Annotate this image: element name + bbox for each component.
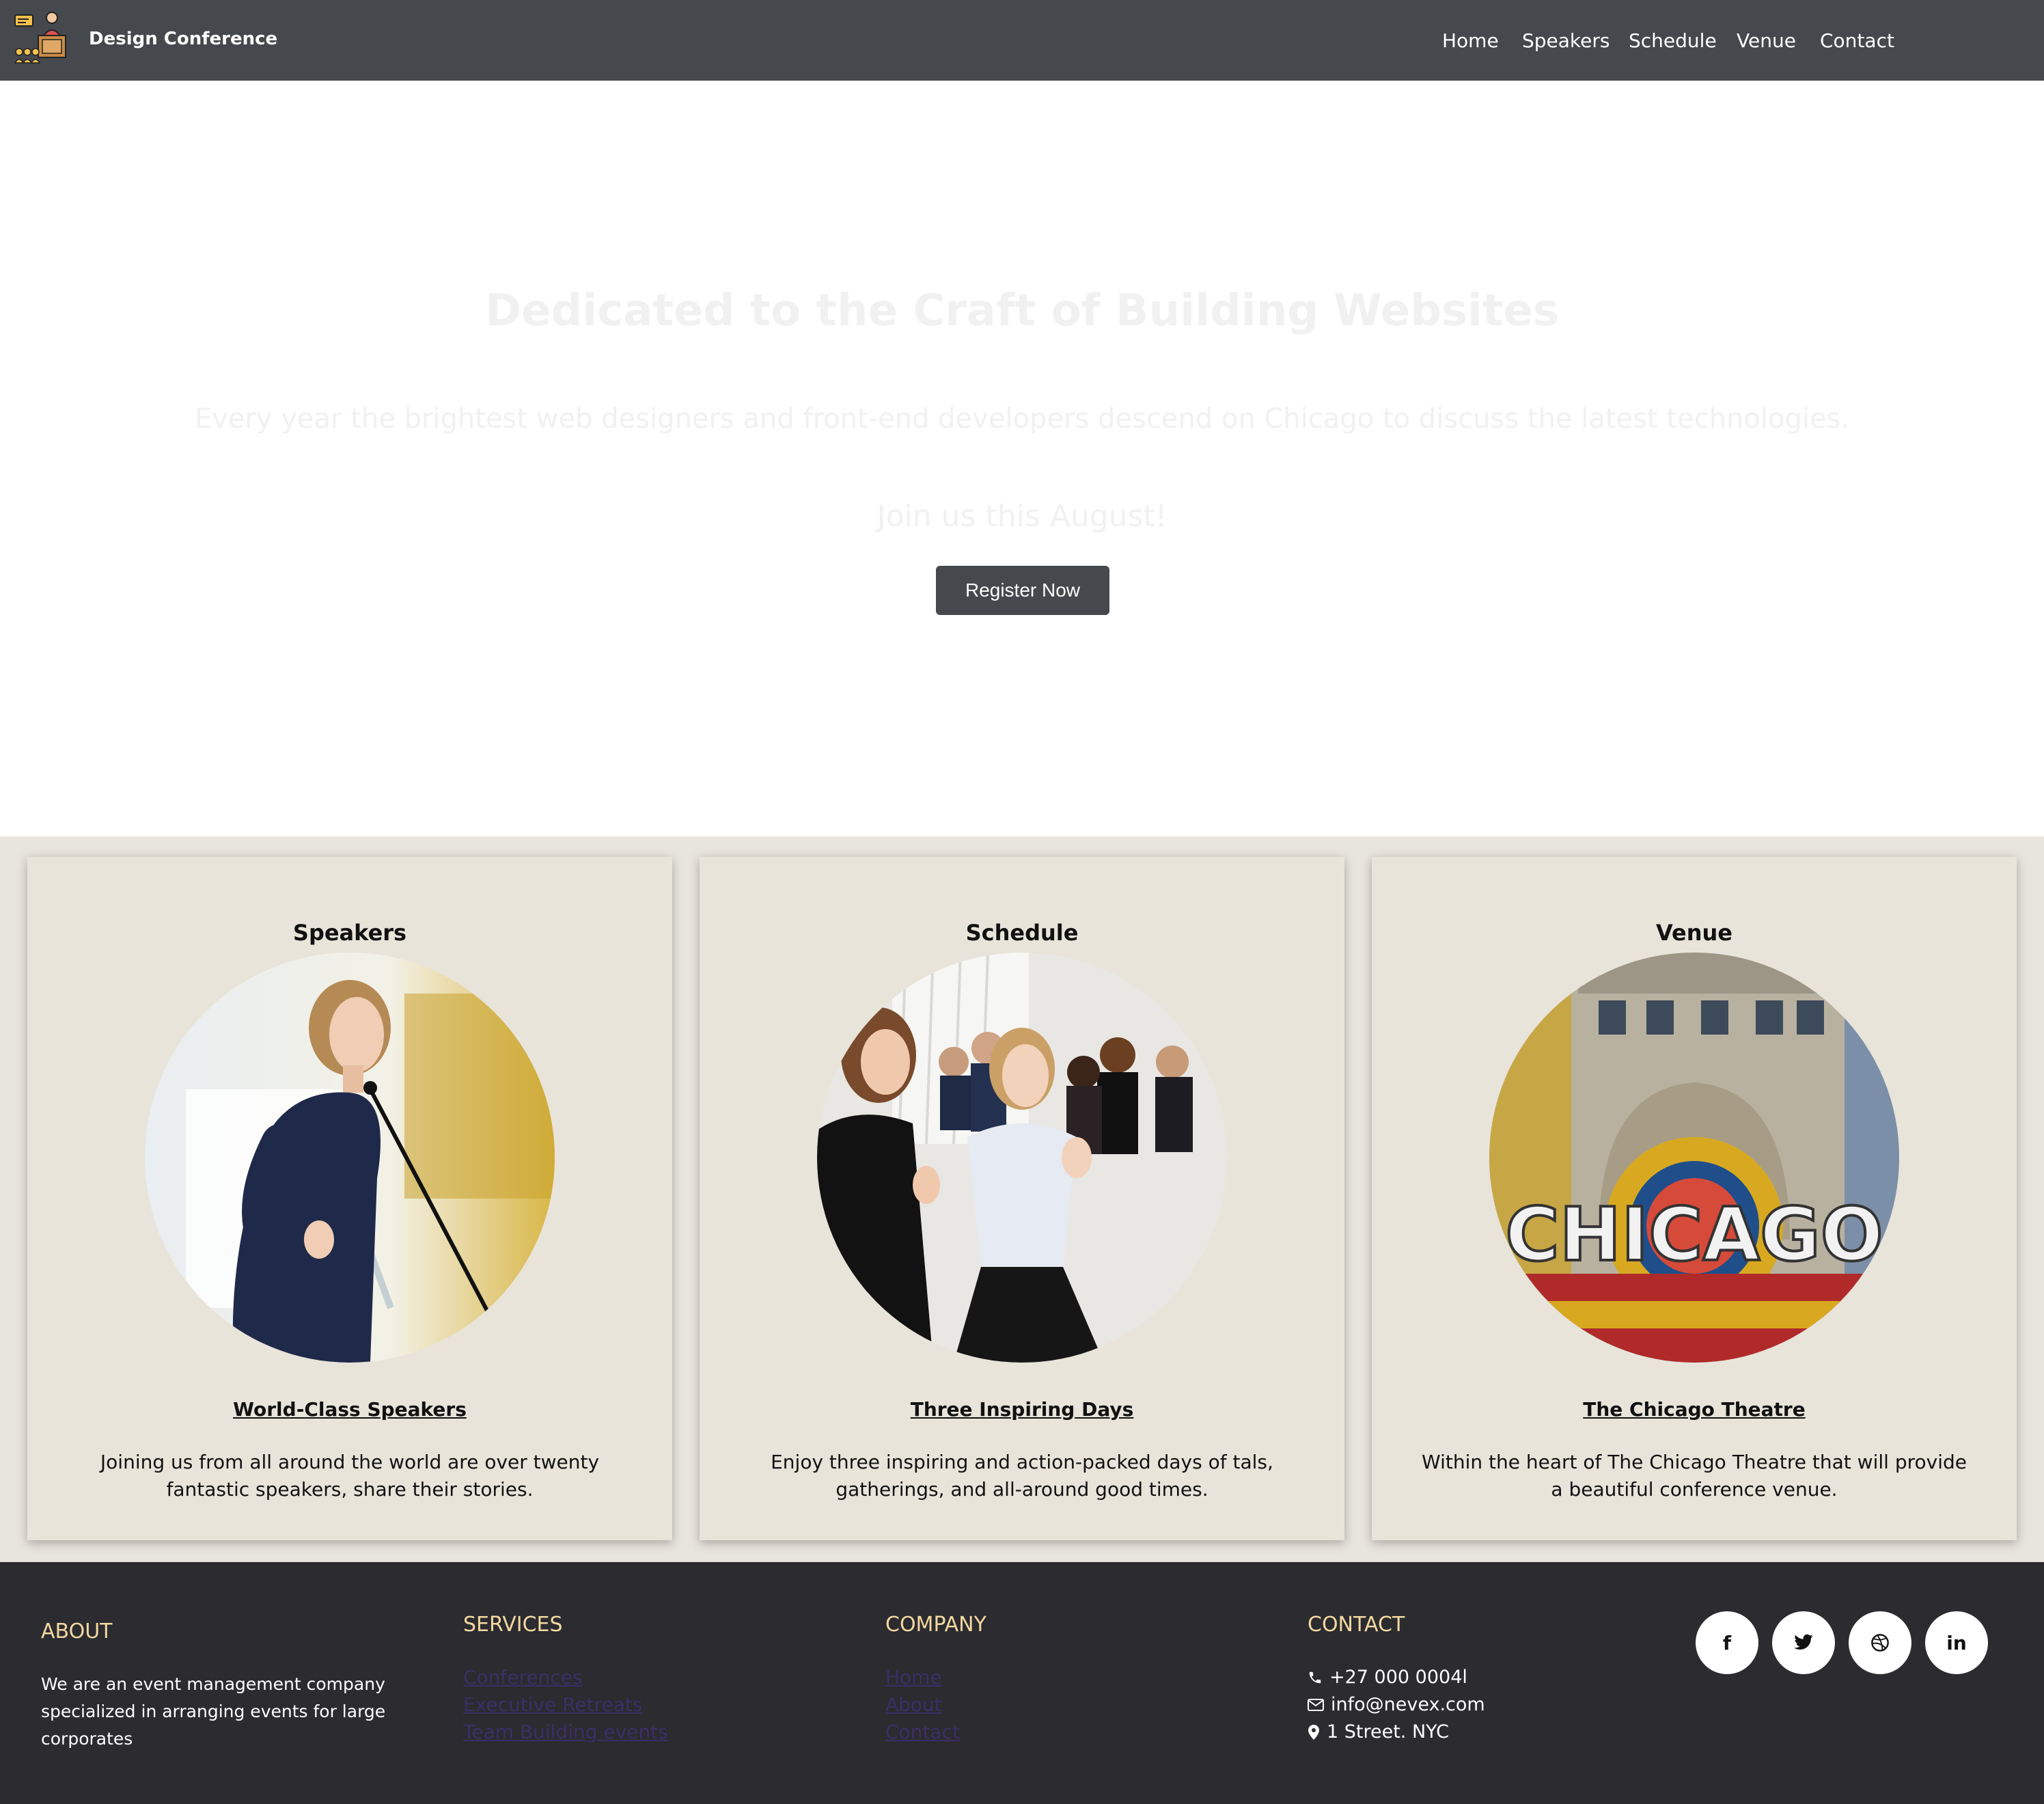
schedule-link[interactable]: Three Inspiring Days	[700, 1398, 1344, 1421]
company-links: Home About Contact	[885, 1664, 986, 1746]
phone-icon	[1309, 1671, 1321, 1684]
footer-link-contact[interactable]: Contact	[885, 1719, 986, 1746]
phone-text: +27 000 0004l	[1329, 1667, 1467, 1688]
footer-contact: CONTACT +27 000 0004l info@nevex.com 1 S…	[1308, 1613, 1485, 1746]
card-title: Speakers	[292, 920, 407, 946]
footer-heading: CONTACT	[1308, 1613, 1405, 1637]
audience-photo	[817, 953, 1227, 1363]
footer-link-about[interactable]: About	[885, 1691, 986, 1719]
hero-section: Dedicated to the Craft of Building Websi…	[0, 81, 2044, 836]
footer-link-executive-retreats[interactable]: Executive Retreats	[463, 1691, 668, 1719]
hero-join-text: Join us this August!	[876, 499, 1168, 534]
card-title: Venue	[1656, 920, 1732, 946]
schedule-card: Schedule Three Inspiring Days Enjoy thre…	[700, 857, 1344, 1540]
envelope-icon	[1308, 1699, 1324, 1711]
footer: ABOUT We are an event management company…	[0, 1562, 2044, 1804]
speakers-card: Speakers World-Class Speakers Joining us…	[27, 857, 672, 1540]
chicago-theatre-photo: CHICAGO	[1489, 953, 1899, 1363]
footer-heading: COMPANY	[885, 1613, 986, 1637]
footer-link-home[interactable]: Home	[885, 1664, 986, 1691]
hero-subtitle: Every year the brightest web designers a…	[194, 403, 1850, 435]
card-description: Enjoy three inspiring and action-packed …	[771, 1451, 1273, 1501]
social-links: f in	[1696, 1611, 1988, 1674]
address-text: 1 Street. NYC	[1327, 1721, 1450, 1742]
contact-email: info@nevex.com	[1308, 1691, 1485, 1719]
map-pin-icon	[1308, 1725, 1319, 1740]
card-title: Schedule	[965, 920, 1079, 946]
features-section: Speakers World-Class Speakers Joining us…	[0, 836, 2044, 1562]
footer-company: COMPANY Home About Contact	[885, 1613, 986, 1746]
nav-link-home[interactable]: Home	[1442, 27, 1499, 55]
footer-heading: ABOUT	[41, 1620, 113, 1643]
nav-link-contact[interactable]: Contact	[1820, 27, 1894, 55]
speakers-link[interactable]: World-Class Speakers	[27, 1398, 672, 1421]
nav-link-venue[interactable]: Venue	[1737, 27, 1796, 55]
speaker-photo	[145, 953, 555, 1363]
twitter-icon[interactable]	[1772, 1611, 1835, 1674]
footer-link-conferences[interactable]: Conferences	[463, 1664, 668, 1691]
facebook-icon[interactable]: f	[1696, 1611, 1758, 1674]
about-text: We are an event management company speci…	[41, 1674, 386, 1749]
nav-link-speakers[interactable]: Speakers	[1522, 27, 1610, 55]
contact-address: 1 Street. NYC	[1308, 1719, 1485, 1746]
top-navbar: Design Conference Home Speakers Schedule…	[0, 0, 2044, 81]
contact-phone: +27 000 0004l	[1308, 1664, 1485, 1691]
dribbble-icon[interactable]	[1849, 1611, 1911, 1674]
footer-heading: SERVICES	[463, 1613, 563, 1637]
footer-link-team-building[interactable]: Team Building events	[463, 1719, 668, 1746]
nav-links: Home Speakers Schedule Venue Contact	[0, 27, 2044, 55]
services-links: Conferences Executive Retreats Team Buil…	[463, 1664, 668, 1746]
card-description: Joining us from all around the world are…	[100, 1451, 600, 1501]
nav-link-schedule[interactable]: Schedule	[1629, 27, 1717, 55]
venue-sign-text: CHICAGO	[1505, 1192, 1883, 1278]
footer-services: SERVICES Conferences Executive Retreats …	[463, 1613, 668, 1746]
venue-card: Venue CHICAGO The Chicago Theatre Within…	[1372, 857, 2017, 1540]
email-text: info@nevex.com	[1331, 1694, 1485, 1715]
footer-about: ABOUT We are an event management company…	[41, 1620, 396, 1753]
card-description: Within the heart of The Chicago Theatre …	[1422, 1451, 1967, 1501]
venue-link[interactable]: The Chicago Theatre	[1372, 1398, 2017, 1421]
register-now-button[interactable]: Register Now	[936, 566, 1109, 615]
linkedin-icon[interactable]: in	[1925, 1611, 1988, 1674]
hero-title: Dedicated to the Craft of Building Websi…	[485, 286, 1559, 336]
